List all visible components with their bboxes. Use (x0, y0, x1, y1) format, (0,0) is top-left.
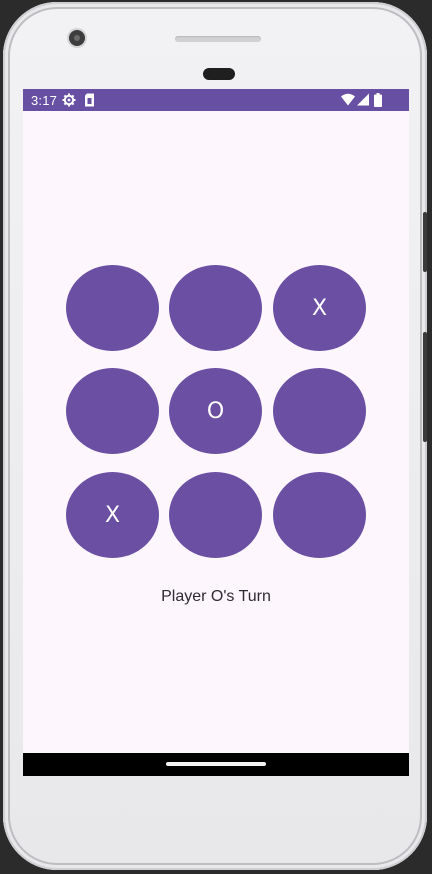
app-screen: 3:17 X O X Player O's Turn (23, 89, 409, 776)
volume-button (423, 332, 427, 442)
earpiece-speaker (175, 36, 261, 42)
gear-icon (62, 93, 76, 110)
board-cell-9[interactable] (273, 472, 366, 558)
navigation-bar (23, 753, 409, 776)
battery-icon (374, 93, 382, 110)
cell-signal-icon (357, 93, 369, 109)
board-cell-2[interactable] (169, 265, 262, 351)
turn-status-text: Player O's Turn (161, 588, 271, 605)
wifi-icon (341, 93, 355, 109)
power-button (423, 212, 427, 272)
board-cell-8[interactable] (169, 472, 262, 558)
board-cell-3[interactable]: X (273, 265, 366, 351)
status-time: 3:17 (31, 93, 58, 108)
board-cell-5[interactable]: O (169, 368, 262, 454)
board-cell-4[interactable] (66, 368, 159, 454)
board-cell-6[interactable] (273, 368, 366, 454)
board-cell-7[interactable]: X (66, 472, 159, 558)
home-gesture-handle[interactable] (166, 762, 266, 766)
status-bar: 3:17 (23, 89, 409, 111)
game-board: X O X (66, 265, 366, 558)
proximity-sensor (203, 68, 235, 80)
board-cell-1[interactable] (66, 265, 159, 351)
front-camera (69, 30, 85, 46)
sim-card-icon (84, 93, 95, 110)
